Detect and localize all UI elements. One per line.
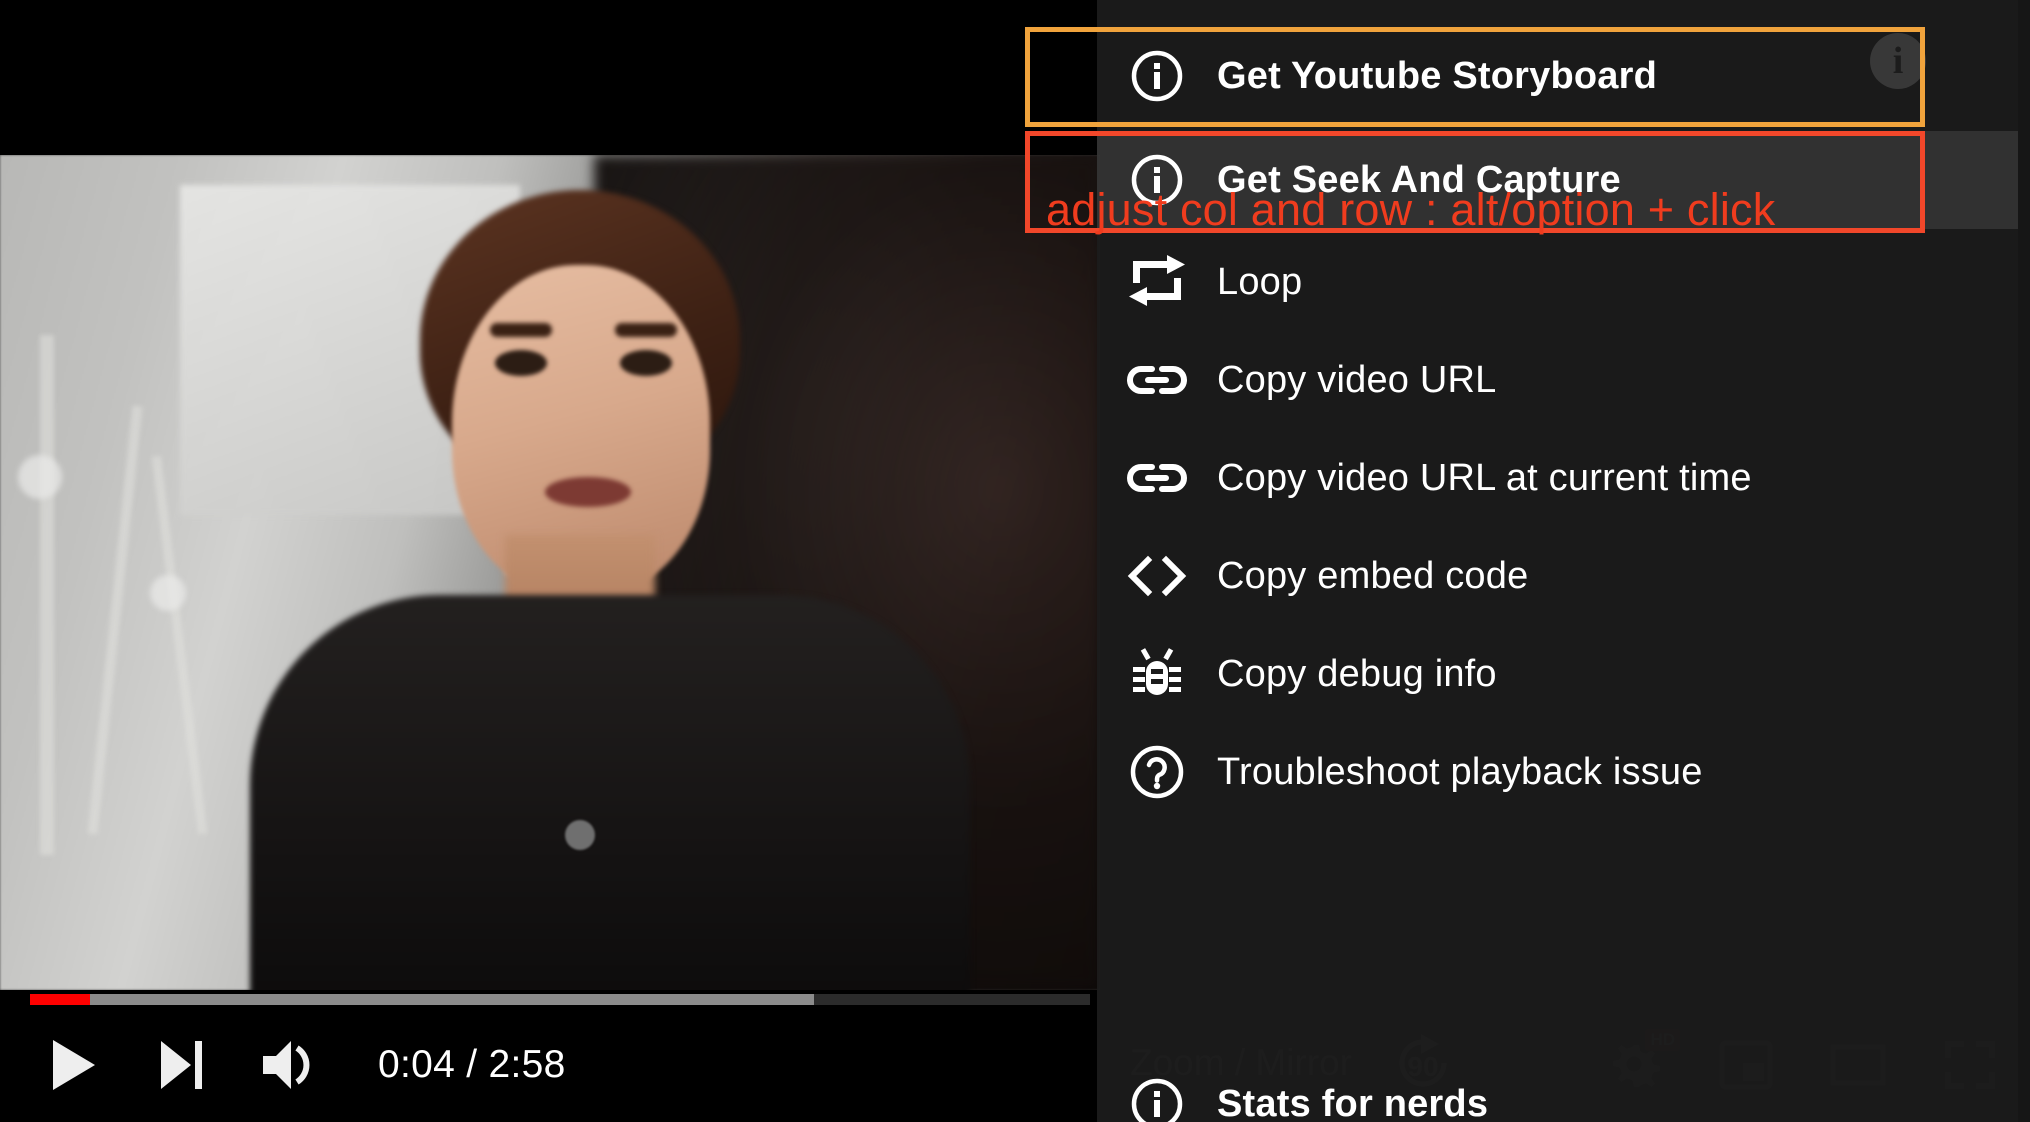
question-circle-icon — [1097, 744, 1217, 800]
subject-eyebrow — [490, 323, 552, 337]
menu-item-copy-debug-info[interactable]: Copy debug info — [1097, 625, 2022, 723]
progress-track[interactable] — [30, 994, 1090, 1005]
equipment-knob — [18, 455, 62, 499]
subject-eyebrow — [615, 323, 677, 337]
subject-eye — [620, 350, 672, 376]
menu-item-copy-embed-code[interactable]: Copy embed code — [1097, 527, 2022, 625]
info-chip-glyph: i — [1892, 40, 1904, 82]
menu-item-label: Copy video URL at current time — [1217, 456, 1752, 499]
right-edge-strip — [2018, 0, 2030, 1122]
code-brackets-icon — [1097, 555, 1217, 597]
menu-item-loop[interactable]: Loop — [1097, 233, 2022, 331]
bug-icon — [1097, 645, 1217, 703]
menu-item-label: Get Seek And Capture — [1217, 158, 1621, 201]
link-icon — [1097, 461, 1217, 495]
equipment-knob — [150, 575, 186, 611]
info-circle-icon — [1097, 1077, 1217, 1122]
link-icon — [1097, 363, 1217, 397]
menu-item-label: Get Youtube Storyboard — [1217, 54, 1658, 97]
letterbox-top-bar — [0, 0, 1100, 155]
progress-bar[interactable] — [0, 990, 1100, 1008]
light-stand — [40, 335, 54, 855]
progress-played — [30, 994, 91, 1005]
menu-item-copy-video-url-at-current-time[interactable]: Copy video URL at current time — [1097, 429, 2022, 527]
shirt-button — [565, 820, 595, 850]
subject-eye — [495, 350, 547, 376]
info-circle-icon — [1097, 49, 1217, 103]
video-context-menu: Get Youtube Storyboard Get Seek And Capt… — [1097, 0, 2022, 1122]
play-button[interactable] — [42, 1034, 104, 1096]
menu-item-label: Stats for nerds — [1217, 1082, 1489, 1122]
progress-loaded — [30, 994, 815, 1005]
menu-item-label: Copy embed code — [1217, 554, 1529, 597]
player-controls-left: 0:04 / 2:58 — [42, 1008, 566, 1122]
next-button[interactable] — [150, 1034, 212, 1096]
menu-item-label: Loop — [1217, 260, 1303, 303]
menu-item-label: Copy debug info — [1217, 652, 1497, 695]
subject-mouth — [545, 477, 631, 507]
loop-icon — [1097, 255, 1217, 309]
menu-item-troubleshoot-playback-issue[interactable]: Troubleshoot playback issue — [1097, 723, 2022, 821]
youtube-player-screen: 0:04 / 2:58 HD — [0, 0, 2030, 1122]
subject-torso — [250, 595, 970, 990]
menu-item-label: Troubleshoot playback issue — [1217, 750, 1703, 793]
volume-button[interactable] — [258, 1034, 320, 1096]
video-frame[interactable] — [0, 155, 1100, 990]
time-display: 0:04 / 2:58 — [378, 1043, 566, 1086]
info-badge-chip[interactable]: i — [1870, 33, 1926, 89]
info-circle-icon — [1097, 153, 1217, 207]
menu-item-stats-for-nerds[interactable]: Stats for nerds — [1097, 1055, 2022, 1122]
menu-item-label: Copy video URL — [1217, 358, 1497, 401]
menu-item-get-seek-and-capture[interactable]: Get Seek And Capture — [1097, 131, 2022, 229]
menu-item-copy-video-url[interactable]: Copy video URL — [1097, 331, 2022, 429]
